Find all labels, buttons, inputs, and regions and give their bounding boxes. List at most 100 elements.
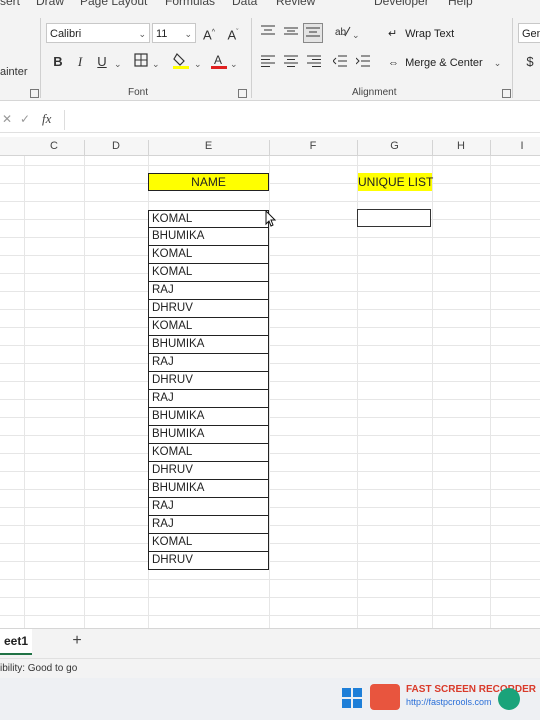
decrease-indent-icon[interactable] xyxy=(332,54,348,72)
name-cell[interactable]: KOMAL xyxy=(148,318,269,336)
recorder-app-icon[interactable] xyxy=(370,684,400,710)
column-header-c[interactable]: C xyxy=(24,137,84,155)
italic-icon[interactable]: I xyxy=(72,53,88,71)
chevron-down-icon[interactable]: ⌄ xyxy=(352,26,360,44)
wrap-text-button[interactable]: ↵ Wrap Text xyxy=(388,25,454,43)
formula-bar: ✕ ✓ fx xyxy=(0,108,540,133)
ribbon-divider xyxy=(512,18,513,98)
svg-text:ab: ab xyxy=(335,27,347,38)
name-cell[interactable]: KOMAL xyxy=(148,534,269,552)
menu-review[interactable]: Review xyxy=(276,0,315,8)
menu-insert[interactable]: sert xyxy=(0,0,20,8)
ribbon: ainter Calibri ⌄ 11 ⌄ A^ Aˇ B I U ⌄ ⌄ ⌄ A … xyxy=(0,12,540,101)
chevron-down-icon: ⌄ xyxy=(493,58,502,68)
add-sheet-button[interactable]: + xyxy=(68,631,86,651)
name-cell[interactable]: RAJ xyxy=(148,498,269,516)
windows-start-icon[interactable] xyxy=(342,688,362,713)
column-header-h[interactable]: H xyxy=(432,137,490,155)
column-header-e[interactable]: E xyxy=(148,137,269,155)
menu-page-layout[interactable]: Page Layout xyxy=(80,0,147,8)
grow-font-icon[interactable]: A^ xyxy=(200,24,218,44)
accessibility-status[interactable]: ibility: Good to go xyxy=(0,663,77,674)
align-right-icon[interactable] xyxy=(306,54,322,72)
name-cell[interactable]: BHUMIKA xyxy=(148,426,269,444)
svg-text:A: A xyxy=(214,53,222,67)
name-cell[interactable]: RAJ xyxy=(148,390,269,408)
name-cell[interactable]: BHUMIKA xyxy=(148,228,269,246)
alignment-launcher-icon[interactable] xyxy=(502,89,511,98)
font-name-select[interactable]: Calibri ⌄ xyxy=(46,23,150,43)
menu-data[interactable]: Data xyxy=(232,0,257,8)
column-headers: C D E F G H I xyxy=(0,137,540,156)
column-header-i[interactable]: I xyxy=(490,137,540,155)
grid-line xyxy=(24,156,25,628)
chevron-down-icon[interactable]: ⌄ xyxy=(230,55,238,73)
font-size-select[interactable]: 11 ⌄ xyxy=(152,23,196,43)
enter-icon[interactable]: ✓ xyxy=(20,112,30,126)
column-header-f[interactable]: F xyxy=(269,137,357,155)
align-left-icon[interactable] xyxy=(260,54,276,72)
format-painter-label[interactable]: ainter xyxy=(0,66,28,78)
sheet-tab-sheet1[interactable]: eet1 xyxy=(0,629,33,655)
bold-icon[interactable]: B xyxy=(50,53,66,71)
chevron-down-icon[interactable]: ⌄ xyxy=(152,55,160,73)
column-header-g[interactable]: G xyxy=(357,137,432,155)
increase-indent-icon[interactable] xyxy=(355,54,371,72)
edge-browser-icon[interactable] xyxy=(498,688,520,710)
name-cell[interactable]: RAJ xyxy=(148,516,269,534)
menu-bar: sert Draw Page Layout Formulas Data Revi… xyxy=(0,0,540,12)
align-top-icon[interactable] xyxy=(260,24,276,42)
fx-icon[interactable]: fx xyxy=(42,111,51,127)
menu-draw[interactable]: Draw xyxy=(36,0,64,8)
number-format-value: Gen xyxy=(522,28,540,40)
name-cell[interactable]: KOMAL xyxy=(148,210,269,228)
menu-help[interactable]: Help xyxy=(448,0,473,8)
name-cell[interactable]: RAJ xyxy=(148,282,269,300)
name-cell[interactable]: BHUMIKA xyxy=(148,408,269,426)
chevron-down-icon[interactable]: ⌄ xyxy=(194,55,202,73)
align-bottom-icon[interactable] xyxy=(303,23,323,43)
menu-developer[interactable]: Developer xyxy=(374,0,429,8)
sheet-tab-bar: eet1 + xyxy=(0,628,540,659)
clipboard-launcher-icon[interactable] xyxy=(30,89,39,98)
name-cell[interactable]: KOMAL xyxy=(148,246,269,264)
merge-center-label: Merge & Center xyxy=(405,57,483,69)
align-middle-icon[interactable] xyxy=(283,24,299,42)
name-cell[interactable]: DHRUV xyxy=(148,552,269,570)
merge-center-button[interactable]: ⇔ Merge & Center ⌄ xyxy=(388,54,501,72)
column-header-d[interactable]: D xyxy=(84,137,148,155)
font-launcher-icon[interactable] xyxy=(238,89,247,98)
borders-icon[interactable] xyxy=(132,53,150,72)
font-color-icon[interactable]: A xyxy=(210,52,228,75)
name-cell[interactable]: DHRUV xyxy=(148,300,269,318)
status-bar: ibility: Good to go xyxy=(0,658,540,679)
unique-list-header-cell[interactable]: UNIQUE LIST xyxy=(358,173,433,191)
alignment-group-label: Alignment xyxy=(352,87,397,98)
number-format-select[interactable]: Gen xyxy=(518,23,540,43)
shrink-font-icon[interactable]: Aˇ xyxy=(224,24,242,44)
name-cell[interactable]: KOMAL xyxy=(148,444,269,462)
underline-icon[interactable]: U xyxy=(94,53,110,71)
name-cell[interactable]: DHRUV xyxy=(148,462,269,480)
align-center-icon[interactable] xyxy=(283,54,299,72)
chevron-down-icon[interactable]: ⌄ xyxy=(114,55,122,73)
font-name-value: Calibri xyxy=(50,28,82,40)
fill-color-icon[interactable] xyxy=(172,52,190,75)
name-list: KOMAL BHUMIKA KOMAL KOMAL RAJ DHRUV KOMA… xyxy=(148,210,269,570)
cancel-icon[interactable]: ✕ xyxy=(2,112,12,126)
formula-input[interactable] xyxy=(64,110,540,130)
name-cell[interactable]: RAJ xyxy=(148,354,269,372)
watermark-url: http://fastpcrools.com xyxy=(406,697,492,707)
currency-icon[interactable]: $ xyxy=(524,53,536,71)
menu-formulas[interactable]: Formulas xyxy=(165,0,215,8)
taskbar: FAST SCREEN RECORDER http://fastpcrools.… xyxy=(0,678,540,720)
name-header-cell[interactable]: NAME xyxy=(148,173,269,191)
orientation-icon[interactable]: ab xyxy=(334,24,352,43)
name-cell[interactable]: DHRUV xyxy=(148,372,269,390)
font-group-label: Font xyxy=(128,87,149,98)
name-cell[interactable]: BHUMIKA xyxy=(148,336,269,354)
selected-cell-g[interactable] xyxy=(357,209,431,227)
chevron-down-icon: ⌄ xyxy=(138,29,146,39)
name-cell[interactable]: BHUMIKA xyxy=(148,480,269,498)
name-cell[interactable]: KOMAL xyxy=(148,264,269,282)
